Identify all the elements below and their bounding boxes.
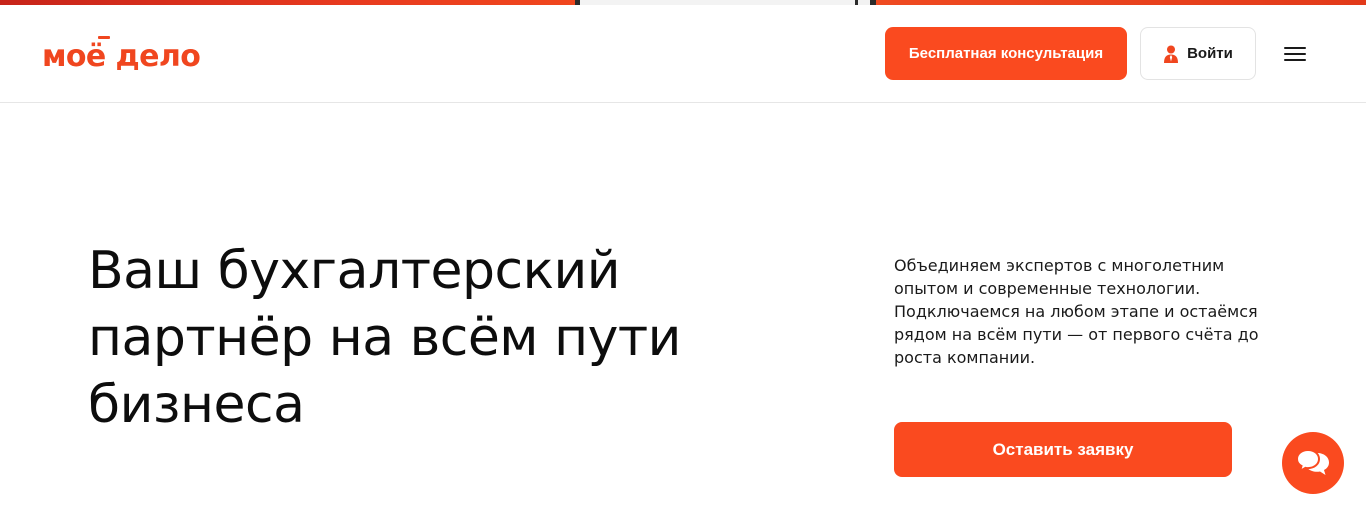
- site-header: моё дело Бесплатная консультация Войти: [0, 5, 1366, 103]
- logo[interactable]: моё дело: [42, 32, 201, 74]
- hero-title: Ваш бухгалтерский партнёр на всём пути б…: [88, 241, 681, 435]
- logo-text: моё дело: [42, 39, 201, 74]
- hamburger-menu-icon[interactable]: [1281, 43, 1309, 65]
- hero-description: Объединяем экспертов с многолетним опыто…: [894, 256, 1259, 367]
- submit-request-button[interactable]: Оставить заявку: [894, 422, 1232, 477]
- free-consultation-button[interactable]: Бесплатная консультация: [885, 27, 1127, 80]
- user-icon: [1164, 45, 1179, 63]
- chat-widget-button[interactable]: [1282, 432, 1344, 494]
- login-label: Войти: [1187, 45, 1233, 62]
- logo-accent-mark: [98, 36, 110, 39]
- login-button[interactable]: Войти: [1140, 27, 1256, 80]
- chat-bubbles-icon: [1295, 448, 1329, 475]
